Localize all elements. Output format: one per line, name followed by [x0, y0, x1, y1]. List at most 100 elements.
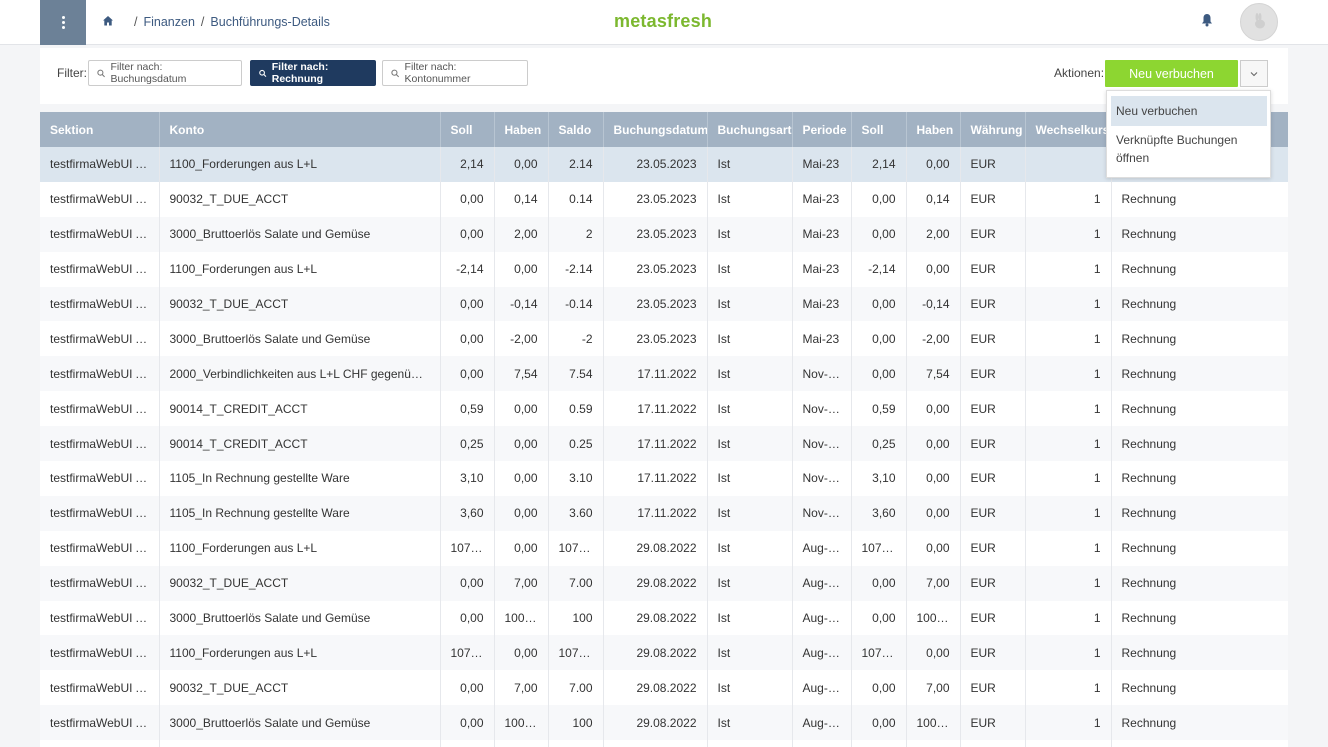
table-cell: Aug-22 — [792, 565, 852, 601]
table-row[interactable]: testfirmaWebUI AG 3000_Bruttoerlös Salate… — [40, 705, 1288, 741]
chevron-down-icon — [1250, 71, 1258, 76]
table-cell: testfirmaWebUI AG — [40, 565, 160, 601]
table-row[interactable]: testfirmaWebUI AG 1100_Forderungen aus L+… — [40, 251, 1288, 287]
menu-item-neu-verbuchen[interactable]: Neu verbuchen — [1111, 96, 1267, 126]
column-header[interactable]: Konto — [159, 112, 441, 147]
column-header[interactable]: Soll — [440, 112, 495, 147]
table-cell: 90032_T_DUE_ACCT — [159, 181, 441, 217]
table-row[interactable] — [40, 740, 1288, 747]
column-header[interactable]: Sektion — [40, 112, 160, 147]
column-header[interactable]: Haben — [494, 112, 549, 147]
column-header[interactable]: Wechselkurs — [1025, 112, 1112, 147]
table-cell: 0,00 — [851, 181, 907, 217]
home-icon[interactable] — [101, 14, 115, 28]
table-cell: 0,25 — [440, 426, 495, 462]
breadcrumb-finanzen[interactable]: Finanzen — [143, 15, 194, 29]
table-cell: 107.00 — [548, 530, 604, 566]
table-row[interactable]: testfirmaWebUI AG 3000_Bruttoerlös Salate… — [40, 321, 1288, 357]
column-header[interactable]: Buchungsdatum — [603, 112, 708, 147]
table-cell: 107,00 — [851, 635, 907, 671]
search-icon — [259, 69, 267, 77]
table-cell: Nov-22 — [792, 391, 852, 427]
table-cell: Ist — [707, 181, 793, 217]
table-cell: 0,00 — [494, 635, 549, 671]
column-header[interactable]: Währung — [960, 112, 1026, 147]
table-row[interactable]: testfirmaWebUI AG 1100_Forderungen aus L+… — [40, 147, 1288, 182]
table-cell: 0,00 — [906, 251, 961, 287]
column-header[interactable]: Soll — [851, 112, 907, 147]
table-cell: Rechnung — [1111, 251, 1288, 287]
table-cell: 0,59 — [440, 391, 495, 427]
column-header[interactable]: Haben — [906, 112, 961, 147]
filter-bar: Filter: Filter nach: Buchungsdatum Filte… — [40, 48, 1288, 104]
table-cell: Ist — [707, 251, 793, 287]
table-row[interactable]: testfirmaWebUI AG 2000_Verbindlichkeiten … — [40, 356, 1288, 392]
table-cell: 7,00 — [906, 670, 961, 706]
table-cell: testfirmaWebUI AG — [40, 705, 160, 741]
table-cell: 3.10 — [548, 461, 604, 496]
table-cell: 1 — [1025, 321, 1112, 357]
table-cell — [40, 740, 160, 747]
menu-item-verknuepfte-buchungen[interactable]: Verknüpfte Buchungen öffnen — [1111, 131, 1267, 167]
table-cell — [792, 740, 852, 747]
table-cell: 23.05.2023 — [603, 181, 708, 217]
table-cell: Ist — [707, 426, 793, 462]
column-header[interactable]: Buchungsart — [707, 112, 793, 147]
table-cell: 0,00 — [440, 286, 495, 322]
avatar[interactable] — [1240, 3, 1278, 41]
table-row[interactable]: testfirmaWebUI AG 1105_In Rechnung gestel… — [40, 461, 1288, 496]
neu-verbuchen-button[interactable]: Neu verbuchen — [1105, 60, 1238, 87]
table-cell: -2,14 — [440, 251, 495, 287]
column-header[interactable]: Periode — [792, 112, 852, 147]
table-row[interactable]: testfirmaWebUI AG 90032_T_DUE_ACCT 0,00 0,1… — [40, 181, 1288, 217]
table-cell: 0,00 — [440, 321, 495, 357]
table-cell: 107,00 — [440, 635, 495, 671]
actions-dropdown-toggle[interactable] — [1240, 60, 1268, 87]
table-cell: 0,00 — [440, 600, 495, 636]
breadcrumb-buchfuehrungs-details[interactable]: Buchführungs-Details — [210, 15, 330, 29]
table-cell: Ist — [707, 321, 793, 357]
table-cell: EUR — [960, 461, 1026, 496]
table-cell: -2,00 — [494, 321, 549, 357]
table-cell: EUR — [960, 147, 1026, 182]
table-cell: 1 — [1025, 635, 1112, 671]
bell-icon[interactable] — [1199, 12, 1215, 28]
table-cell: Mai-23 — [792, 216, 852, 252]
table-cell: -0.14 — [548, 286, 604, 322]
filter-rechnung-button[interactable]: Filter nach: Rechnung — [250, 60, 376, 86]
user-icon — [1255, 13, 1265, 29]
table-row[interactable]: testfirmaWebUI AG 90032_T_DUE_ACCT 0,00 7,0… — [40, 670, 1288, 706]
table-row[interactable]: testfirmaWebUI AG 3000_Bruttoerlös Salate… — [40, 600, 1288, 636]
table-cell: 90014_T_CREDIT_ACCT — [159, 391, 441, 427]
ledger-table: Sektion Konto Soll Haben Saldo Buchungsdatum B… — [40, 112, 1288, 747]
table-cell: 100 — [548, 705, 604, 741]
table-cell — [1025, 147, 1112, 182]
table-cell: Rechnung — [1111, 600, 1288, 636]
table-row[interactable]: testfirmaWebUI AG 1100_Forderungen aus L+… — [40, 635, 1288, 671]
table-cell: testfirmaWebUI AG — [40, 251, 160, 287]
table-row[interactable]: testfirmaWebUI AG 90014_T_CREDIT_ACCT 0,59… — [40, 391, 1288, 427]
table-row[interactable]: testfirmaWebUI AG 90014_T_CREDIT_ACCT 0,25… — [40, 426, 1288, 462]
table-row[interactable]: testfirmaWebUI AG 3000_Bruttoerlös Salate… — [40, 216, 1288, 252]
table-cell: 1100_Forderungen aus L+L — [159, 251, 441, 287]
filter-buchungsdatum-button[interactable]: Filter nach: Buchungsdatum — [88, 60, 242, 86]
table-row[interactable]: testfirmaWebUI AG 1105_In Rechnung gestel… — [40, 495, 1288, 531]
table-cell: 1 — [1025, 426, 1112, 462]
table-row[interactable]: testfirmaWebUI AG 1100_Forderungen aus L+… — [40, 530, 1288, 566]
table-cell: 0,00 — [440, 356, 495, 392]
table-cell — [960, 740, 1026, 747]
table-cell: Rechnung — [1111, 286, 1288, 322]
column-header[interactable]: Saldo — [548, 112, 604, 147]
table-cell: -2,00 — [906, 321, 961, 357]
menu-button[interactable] — [40, 0, 86, 45]
table-cell: testfirmaWebUI AG — [40, 635, 160, 671]
table-row[interactable]: testfirmaWebUI AG 90032_T_DUE_ACCT 0,00 7,0… — [40, 565, 1288, 601]
filter-kontonummer-button[interactable]: Filter nach: Kontonummer — [382, 60, 528, 86]
table-cell — [1025, 740, 1112, 747]
table-cell: EUR — [960, 495, 1026, 531]
table-row[interactable]: testfirmaWebUI AG 90032_T_DUE_ACCT 0,00 -0,… — [40, 286, 1288, 322]
table-cell: testfirmaWebUI AG — [40, 147, 160, 182]
table-cell: Mai-23 — [792, 181, 852, 217]
table-cell: Rechnung — [1111, 461, 1288, 496]
table-cell: testfirmaWebUI AG — [40, 356, 160, 392]
